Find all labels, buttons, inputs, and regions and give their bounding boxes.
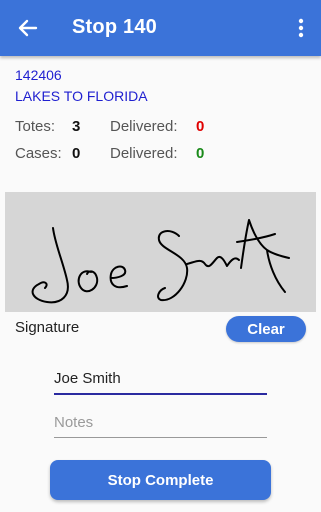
cases-count: 0: [72, 145, 81, 162]
signature-pad[interactable]: [5, 192, 316, 312]
cases-delivered-label: Delivered:: [110, 145, 178, 162]
stop-name: LAKES TO FLORIDA: [15, 88, 148, 104]
arrow-left-icon: [18, 19, 38, 37]
totes-delivered-label: Delivered:: [110, 118, 178, 135]
overflow-menu-button[interactable]: [291, 14, 311, 42]
notes-field[interactable]: [54, 414, 267, 438]
clear-signature-button[interactable]: Clear: [226, 316, 306, 342]
totes-label: Totes:: [15, 118, 56, 135]
totes-delivered-count: 0: [196, 118, 205, 135]
stop-complete-button[interactable]: Stop Complete: [50, 460, 271, 500]
signature-label: Signature: [15, 319, 80, 336]
app-bar: Stop 140: [0, 0, 321, 56]
page-title: Stop 140: [72, 16, 157, 38]
stop-id: 142406: [15, 67, 62, 83]
more-vertical-icon: [298, 18, 304, 38]
cases-label: Cases:: [15, 145, 62, 162]
signature-stroke: [31, 219, 290, 304]
totes-count: 3: [72, 118, 81, 135]
cases-delivered-count: 0: [196, 145, 205, 162]
back-button[interactable]: [14, 14, 42, 42]
name-field[interactable]: [54, 370, 267, 395]
